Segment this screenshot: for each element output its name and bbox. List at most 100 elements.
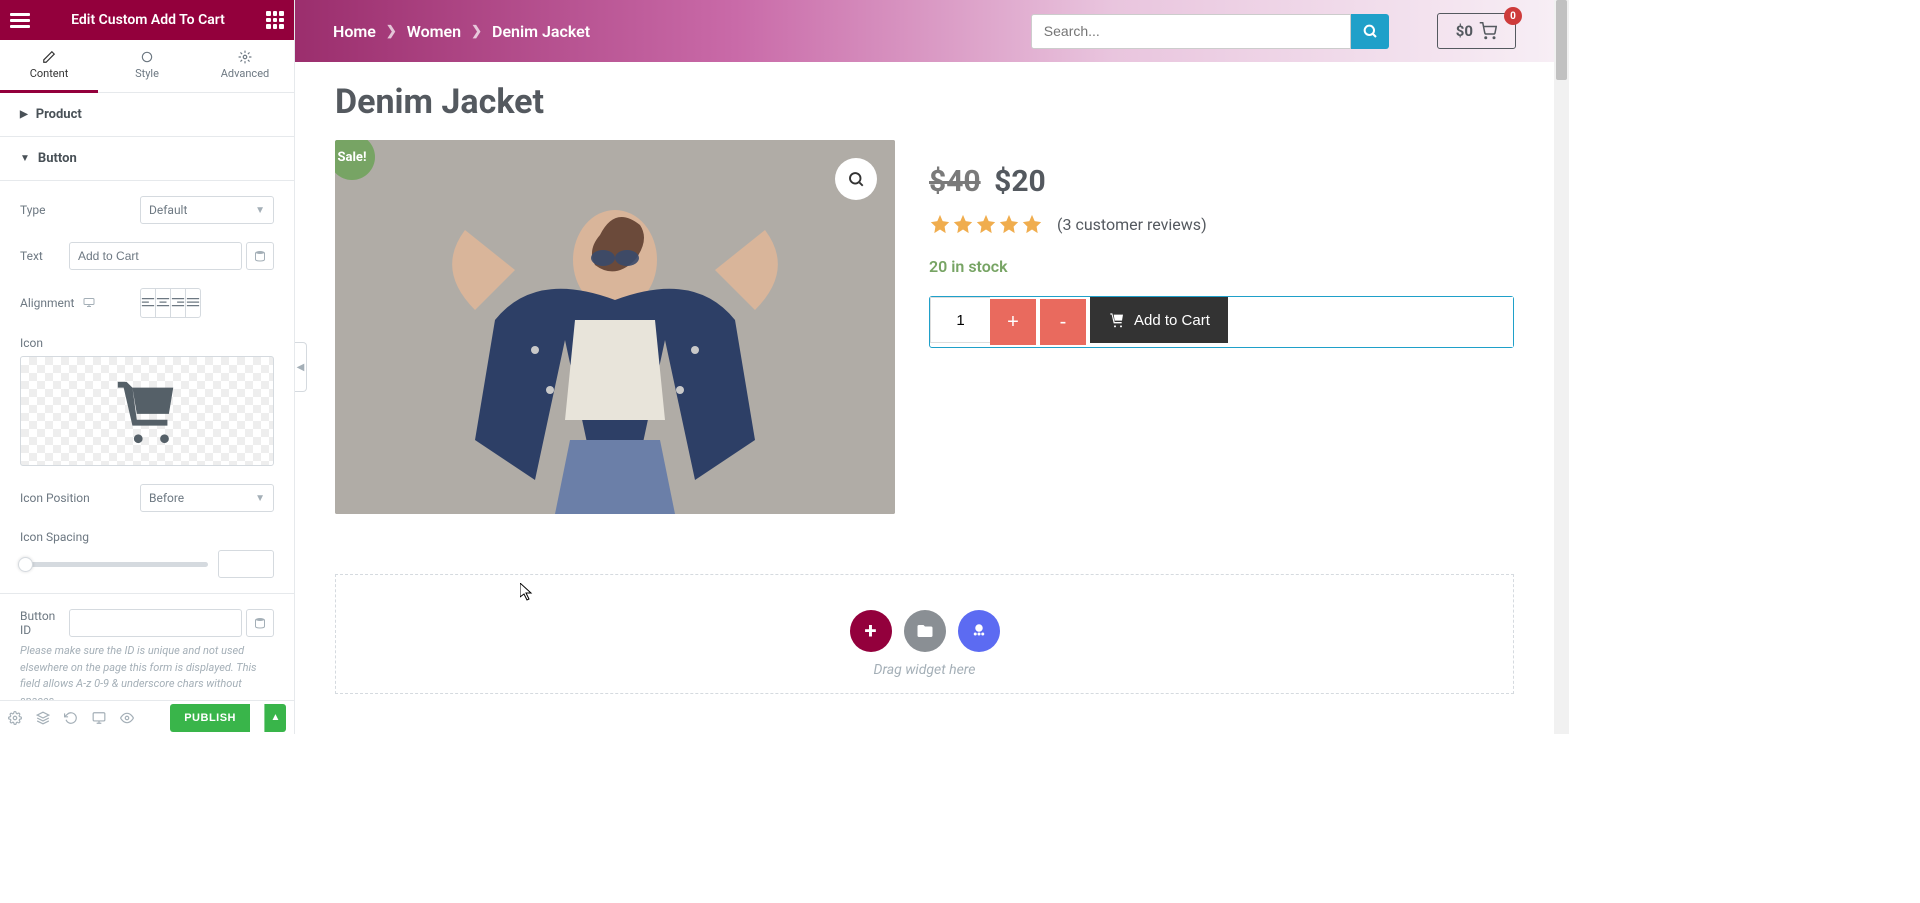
add-section-button[interactable]: + bbox=[850, 610, 892, 652]
type-select[interactable]: Default ▼ bbox=[140, 196, 274, 224]
text-input[interactable] bbox=[69, 242, 242, 270]
panel-footer: PUBLISH ▲ bbox=[0, 700, 294, 734]
slider-thumb[interactable] bbox=[18, 557, 33, 572]
product-rating: (3 customer reviews) bbox=[929, 213, 1514, 235]
site-topbar: Home ❯ Women ❯ Denim Jacket $0 0 bbox=[295, 0, 1554, 62]
pencil-icon bbox=[42, 50, 56, 64]
blocks-icon bbox=[970, 622, 988, 640]
type-label: Type bbox=[20, 203, 140, 217]
alignment-label: Alignment bbox=[20, 296, 140, 310]
history-icon[interactable] bbox=[64, 711, 78, 725]
icon-spacing-label: Icon Spacing bbox=[20, 530, 274, 544]
product-image-wrap: Sale! bbox=[335, 140, 895, 514]
database-icon bbox=[254, 250, 266, 262]
icon-label: Icon bbox=[20, 336, 274, 350]
folder-icon bbox=[916, 622, 934, 640]
cart-icon bbox=[107, 376, 187, 446]
preview-area: Home ❯ Women ❯ Denim Jacket $0 0 Denim J… bbox=[295, 0, 1554, 734]
product-image[interactable] bbox=[335, 140, 895, 514]
icon-position-select[interactable]: Before ▼ bbox=[140, 484, 274, 512]
button-id-body: Button ID Please make sure the ID is uni… bbox=[0, 594, 294, 700]
product-info: $40 $20 (3 customer reviews) 20 bbox=[929, 140, 1514, 514]
reviews-link[interactable]: (3 customer reviews) bbox=[1057, 215, 1207, 234]
cart-icon bbox=[1108, 312, 1126, 328]
section-button[interactable]: ▼ Button bbox=[0, 137, 294, 181]
button-id-input[interactable] bbox=[69, 609, 242, 637]
template-library-button[interactable] bbox=[904, 610, 946, 652]
icon-preview[interactable] bbox=[20, 356, 274, 466]
breadcrumb-item[interactable]: Home bbox=[333, 22, 376, 41]
breadcrumb-item[interactable]: Women bbox=[407, 22, 461, 41]
quantity-input[interactable] bbox=[930, 297, 990, 343]
breadcrumb: Home ❯ Women ❯ Denim Jacket bbox=[333, 22, 590, 41]
button-id-help: Please make sure the ID is unique and no… bbox=[20, 643, 274, 700]
cart-badge: 0 bbox=[1504, 7, 1522, 25]
mini-cart[interactable]: $0 0 bbox=[1437, 13, 1516, 49]
caret-down-icon: ▼ bbox=[20, 153, 30, 164]
controls-scroll: ▶ Product ▼ Button Type Default ▼ bbox=[0, 93, 294, 700]
chevron-right-icon: ❯ bbox=[386, 24, 397, 39]
stars-icon bbox=[929, 213, 1043, 235]
tab-content[interactable]: Content bbox=[0, 40, 98, 92]
preview-icon[interactable] bbox=[120, 711, 134, 725]
publish-button[interactable]: PUBLISH bbox=[170, 704, 250, 732]
search-icon bbox=[1362, 23, 1378, 39]
section-button-body: Type Default ▼ Text bbox=[0, 181, 294, 594]
align-left-button[interactable] bbox=[141, 289, 155, 317]
chevron-right-icon: ❯ bbox=[471, 24, 482, 39]
add-to-cart-row: + - Add to Cart bbox=[929, 296, 1514, 348]
quantity-minus-button[interactable]: - bbox=[1040, 299, 1086, 345]
hamburger-icon[interactable] bbox=[10, 13, 30, 28]
search-input[interactable] bbox=[1031, 14, 1351, 49]
theme-builder-button[interactable] bbox=[958, 610, 1000, 652]
settings-icon[interactable] bbox=[8, 711, 22, 725]
align-center-button[interactable] bbox=[155, 289, 170, 317]
desktop-icon[interactable] bbox=[83, 296, 95, 310]
product-title: Denim Jacket bbox=[335, 82, 1514, 122]
search-button[interactable] bbox=[1351, 14, 1389, 49]
chevron-down-icon: ▼ bbox=[255, 205, 265, 216]
text-label: Text bbox=[20, 249, 69, 263]
drop-zone-text: Drag widget here bbox=[874, 662, 976, 678]
product-area: Denim Jacket Sale! bbox=[295, 62, 1554, 534]
icon-spacing-input[interactable] bbox=[218, 550, 274, 578]
page-scrollbar[interactable] bbox=[1554, 0, 1569, 734]
drop-zone[interactable]: + Drag widget here bbox=[335, 574, 1514, 694]
zoom-button[interactable] bbox=[835, 158, 877, 200]
publish-options-button[interactable]: ▲ bbox=[264, 704, 286, 732]
panel-title: Edit Custom Add To Cart bbox=[30, 12, 266, 28]
responsive-icon[interactable] bbox=[92, 711, 106, 725]
stock-status: 20 in stock bbox=[929, 257, 1514, 276]
caret-right-icon: ▶ bbox=[20, 109, 28, 120]
align-right-button[interactable] bbox=[170, 289, 185, 317]
breadcrumb-item[interactable]: Denim Jacket bbox=[492, 22, 590, 41]
tab-advanced[interactable]: Advanced bbox=[196, 40, 294, 92]
droplet-icon bbox=[140, 50, 154, 64]
icon-position-label: Icon Position bbox=[20, 491, 140, 505]
button-id-label: Button ID bbox=[20, 609, 69, 637]
row-spacer bbox=[1228, 297, 1513, 347]
search-icon bbox=[847, 170, 865, 188]
panel-tabs: Content Style Advanced bbox=[0, 40, 294, 93]
section-product[interactable]: ▶ Product bbox=[0, 93, 294, 137]
navigator-icon[interactable] bbox=[36, 711, 50, 725]
dynamic-tags-button[interactable] bbox=[246, 242, 274, 270]
tab-style[interactable]: Style bbox=[98, 40, 196, 92]
cart-icon bbox=[1479, 22, 1497, 40]
search-wrap bbox=[1031, 14, 1389, 49]
panel-header: Edit Custom Add To Cart bbox=[0, 0, 294, 40]
align-justify-button[interactable] bbox=[185, 289, 200, 317]
add-to-cart-button[interactable]: Add to Cart bbox=[1090, 297, 1228, 343]
grid-icon[interactable] bbox=[266, 11, 284, 29]
alignment-group bbox=[140, 288, 201, 318]
database-icon bbox=[254, 617, 266, 629]
icon-spacing-slider[interactable] bbox=[20, 562, 208, 567]
chevron-down-icon: ▼ bbox=[255, 493, 265, 504]
product-price: $40 $20 bbox=[929, 164, 1514, 199]
dynamic-tags-button[interactable] bbox=[246, 609, 274, 637]
gear-icon bbox=[238, 50, 252, 64]
collapse-panel-button[interactable]: ◀ bbox=[295, 342, 307, 392]
scrollbar-thumb[interactable] bbox=[1556, 0, 1567, 80]
editor-panel: Edit Custom Add To Cart Content Style Ad… bbox=[0, 0, 295, 734]
quantity-plus-button[interactable]: + bbox=[990, 299, 1036, 345]
